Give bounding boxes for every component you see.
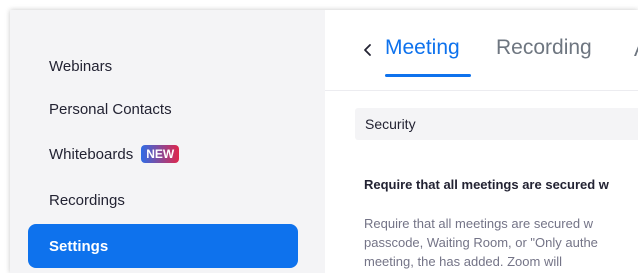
sidebar-item-recordings[interactable]: Recordings: [28, 178, 298, 222]
section-title: Security: [365, 116, 416, 132]
sidebar-item-label: Whiteboards: [49, 145, 134, 163]
settings-window: Webinars Personal Contacts Whiteboards N…: [10, 10, 638, 273]
active-tab-indicator: [385, 74, 471, 77]
sidebar-item-label: Recordings: [49, 191, 125, 209]
setting-description: Require that all meetings are secured w …: [364, 214, 638, 271]
sidebar-item-label: Personal Contacts: [49, 100, 172, 118]
tab-recording[interactable]: Recording: [496, 36, 592, 60]
sidebar-item-label: Settings: [49, 237, 109, 255]
settings-main-panel: Meeting Recording A Security Require tha…: [325, 10, 638, 273]
chevron-left-icon[interactable]: [362, 43, 374, 57]
setting-description-line: meeting, the has added. Zoom will: [364, 254, 562, 269]
sidebar-item-whiteboards[interactable]: Whiteboards NEW: [28, 132, 298, 176]
tabs-divider: [325, 90, 638, 91]
section-header-security: Security: [355, 108, 638, 140]
sidebar-item-webinars[interactable]: Webinars: [28, 44, 298, 88]
sidebar-item-personal-contacts[interactable]: Personal Contacts: [28, 87, 298, 131]
setting-description-line: Require that all meetings are secured w: [364, 216, 594, 231]
sidebar: Webinars Personal Contacts Whiteboards N…: [10, 10, 325, 273]
sidebar-item-label: Webinars: [49, 57, 113, 75]
setting-description-line: passcode, Waiting Room, or "Only authe: [364, 235, 598, 250]
sidebar-item-settings[interactable]: Settings: [28, 224, 298, 268]
tab-truncated[interactable]: A: [634, 38, 638, 62]
tab-meeting[interactable]: Meeting: [385, 36, 460, 60]
setting-title: Require that all meetings are secured w: [364, 177, 609, 192]
new-badge: NEW: [141, 145, 180, 163]
